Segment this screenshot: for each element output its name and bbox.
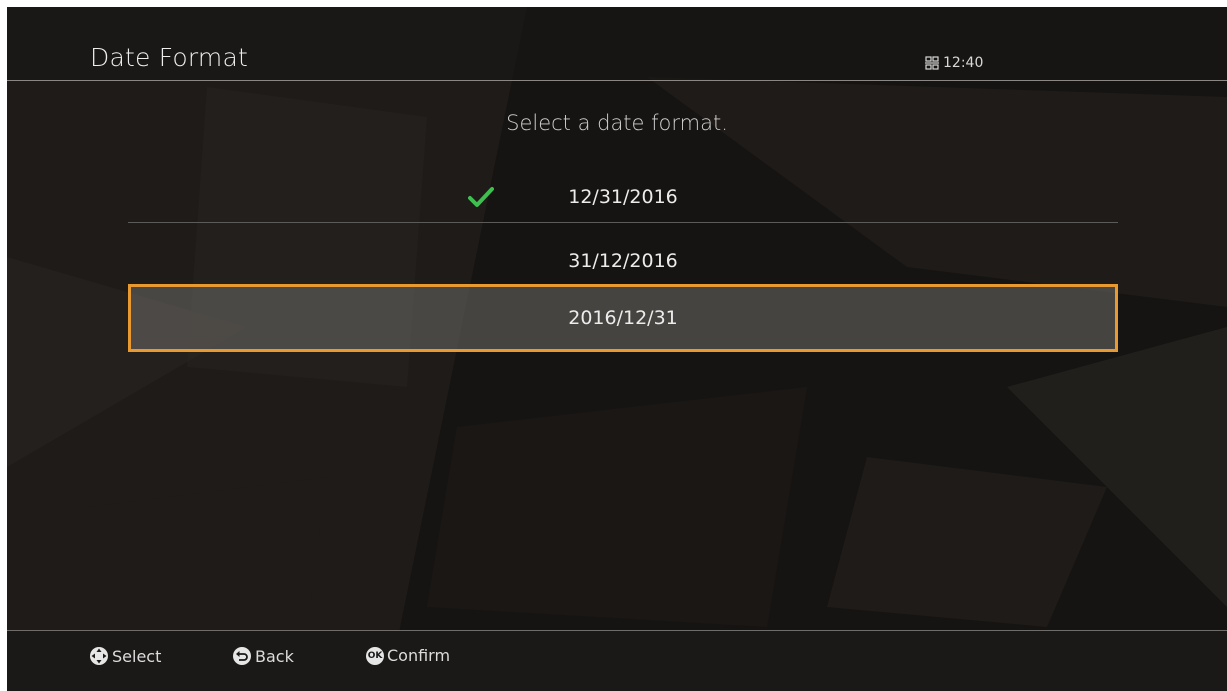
option-divider [128, 222, 1118, 223]
select-hint: Select [89, 646, 161, 666]
option-label: 12/31/2016 [568, 186, 678, 208]
back-icon [233, 647, 251, 665]
option-yyyy-mm-dd[interactable]: 2016/12/31 [128, 284, 1118, 352]
header-divider [7, 80, 1227, 81]
instruction-text: Select a date format. [506, 111, 728, 135]
option-mm-dd-yyyy[interactable]: 12/31/2016 [128, 167, 1118, 227]
clock-time: 12:40 [943, 55, 984, 71]
back-hint: Back [232, 646, 294, 666]
network-icon [925, 56, 939, 70]
confirm-hint-label: Confirm [387, 646, 451, 665]
option-label: 2016/12/31 [568, 307, 678, 329]
confirm-hint: OK Confirm [366, 646, 450, 665]
status-area: 12:40 [925, 55, 983, 71]
page-title: Date Format [90, 43, 248, 72]
settings-screen: Date Format 12:40 Select a date format. … [7, 7, 1227, 691]
option-dd-mm-yyyy[interactable]: 31/12/2016 [128, 231, 1118, 291]
footer-bar: Select Back OK Confirm [7, 631, 1227, 691]
dpad-icon [90, 647, 108, 665]
back-hint-label: Back [255, 646, 294, 666]
option-label: 31/12/2016 [568, 250, 678, 272]
select-hint-label: Select [112, 646, 162, 666]
ok-icon: OK [366, 646, 384, 665]
